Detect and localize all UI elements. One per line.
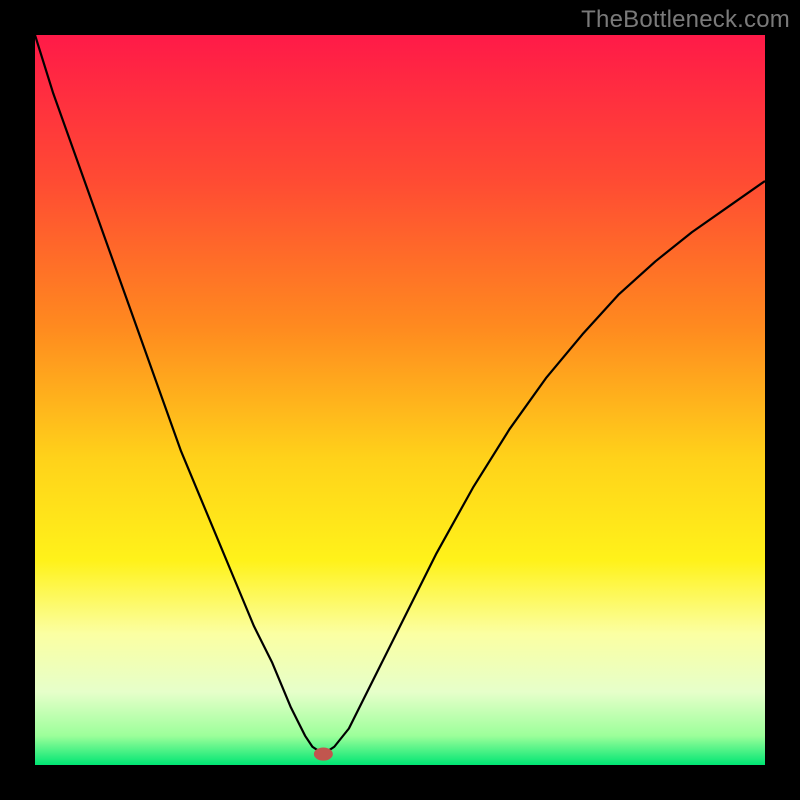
chart-svg [35,35,765,765]
gradient-background [35,35,765,765]
chart-frame: TheBottleneck.com [0,0,800,800]
watermark-label: TheBottleneck.com [581,6,790,34]
plot-area [35,35,765,765]
minimum-marker [314,747,333,760]
